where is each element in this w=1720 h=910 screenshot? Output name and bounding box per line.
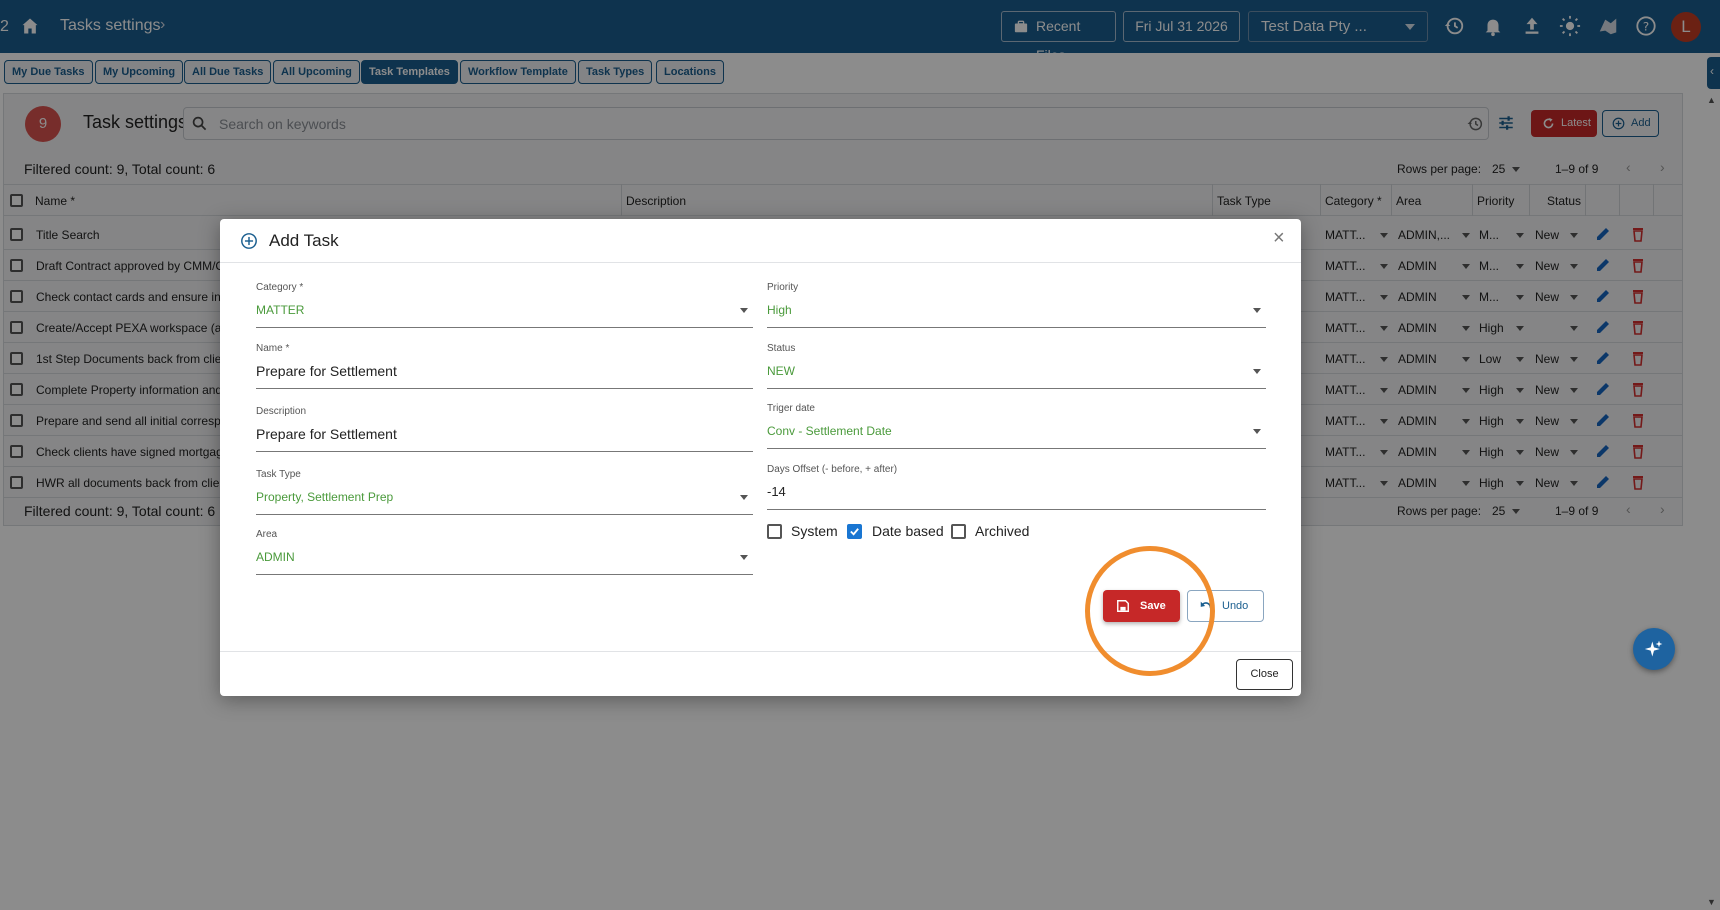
- system-label: System: [791, 523, 838, 539]
- chevron-down-icon: [1253, 429, 1261, 434]
- status-label: Status: [767, 343, 796, 354]
- chevron-down-icon: [740, 308, 748, 313]
- sparkle-icon: [1644, 640, 1663, 657]
- task-type-value: Property, Settlement Prep: [256, 490, 394, 504]
- name-value: Prepare for Settlement: [256, 363, 397, 379]
- priority-label: Priority: [767, 282, 799, 293]
- days-offset-label: Days Offset (- before, + after): [767, 464, 898, 475]
- checkmark-icon: [850, 528, 859, 536]
- description-value: Prepare for Settlement: [256, 426, 397, 442]
- days-offset-value: -14: [767, 484, 786, 499]
- highlight-circle: [1085, 546, 1215, 676]
- status-value: NEW: [767, 364, 795, 378]
- description-label: Description: [256, 406, 307, 417]
- priority-select[interactable]: Priority High: [767, 282, 1266, 328]
- add-circle-icon: [241, 233, 257, 249]
- name-field[interactable]: Name * Prepare for Settlement: [256, 343, 753, 389]
- area-select[interactable]: Area ADMIN: [256, 529, 753, 575]
- name-label: Name *: [256, 343, 290, 354]
- archived-checkbox[interactable]: [951, 524, 966, 539]
- category-label: Category *: [256, 282, 304, 293]
- category-select[interactable]: Category * MATTER: [256, 282, 753, 328]
- date-based-checkbox[interactable]: [847, 524, 862, 539]
- archived-label: Archived: [975, 523, 1030, 539]
- date-based-label: Date based: [872, 523, 944, 539]
- status-select[interactable]: Status NEW: [767, 343, 1266, 389]
- area-value: ADMIN: [256, 550, 295, 564]
- trigger-date-label: Triger date: [767, 403, 815, 414]
- chevron-down-icon: [1253, 308, 1261, 313]
- description-field[interactable]: Description Prepare for Settlement: [256, 406, 753, 452]
- chevron-down-icon: [740, 555, 748, 560]
- system-checkbox[interactable]: [767, 524, 782, 539]
- task-type-label: Task Type: [256, 469, 301, 480]
- chevron-down-icon: [1253, 369, 1261, 374]
- dialog-header: Add Task ×: [220, 219, 1301, 263]
- category-value: MATTER: [256, 303, 305, 317]
- undo-label: Undo: [1222, 600, 1249, 612]
- priority-value: High: [767, 303, 792, 317]
- trigger-date-select[interactable]: Triger date Conv - Settlement Date: [767, 403, 1266, 449]
- days-offset-field[interactable]: Days Offset (- before, + after) -14: [767, 464, 1266, 510]
- task-type-select[interactable]: Task Type Property, Settlement Prep: [256, 469, 753, 515]
- trigger-date-value: Conv - Settlement Date: [767, 424, 892, 438]
- dialog-title: Add Task: [269, 231, 339, 250]
- ai-assist-fab[interactable]: [1633, 628, 1675, 670]
- chevron-down-icon: [740, 495, 748, 500]
- close-icon[interactable]: ×: [1273, 228, 1285, 248]
- area-label: Area: [256, 529, 278, 540]
- close-button[interactable]: Close: [1236, 659, 1293, 690]
